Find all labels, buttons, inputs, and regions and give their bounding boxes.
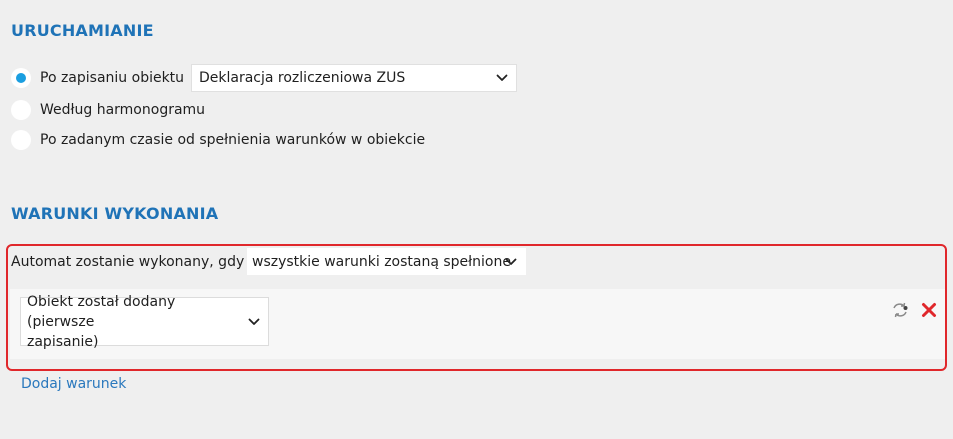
object-type-select-value: Deklaracja rozliczeniowa ZUS bbox=[199, 70, 406, 86]
condition-intro-label: Automat zostanie wykonany, gdy bbox=[11, 254, 245, 270]
section-title-launch: URUCHAMIANIE bbox=[11, 21, 154, 40]
condition-type-select[interactable]: Obiekt został dodany (pierwsze zapisanie… bbox=[20, 294, 269, 350]
chevron-down-icon bbox=[505, 258, 517, 265]
add-condition-link[interactable]: Dodaj warunek bbox=[21, 376, 126, 392]
condition-mode-select-value: wszystkie warunki zostaną spełnione bbox=[252, 253, 511, 270]
radio-button[interactable] bbox=[11, 100, 31, 120]
condition-value-line-1: Obiekt został dodany (pierwsze bbox=[27, 293, 176, 330]
condition-type-select-value: Obiekt został dodany (pierwsze zapisanie… bbox=[27, 292, 242, 352]
automation-settings-page: URUCHAMIANIE Po zapisaniu obiektu Deklar… bbox=[0, 0, 953, 439]
radio-option-delay[interactable]: Po zadanym czasie od spełnienia warunków… bbox=[11, 128, 425, 152]
radio-button[interactable] bbox=[11, 130, 31, 150]
chevron-down-icon bbox=[496, 74, 508, 81]
section-title-conditions: WARUNKI WYKONANIA bbox=[11, 204, 219, 223]
radio-label: Według harmonogramu bbox=[40, 102, 206, 118]
radio-option-schedule[interactable]: Według harmonogramu bbox=[11, 98, 205, 122]
object-type-select[interactable]: Deklaracja rozliczeniowa ZUS bbox=[191, 64, 517, 92]
radio-button-selected[interactable] bbox=[11, 68, 31, 88]
radio-option-after-save[interactable]: Po zapisaniu obiektu bbox=[11, 66, 184, 90]
close-icon[interactable] bbox=[920, 301, 938, 319]
chevron-down-icon bbox=[248, 318, 260, 325]
radio-label: Po zapisaniu obiektu bbox=[40, 70, 185, 86]
condition-value-line-2: zapisanie) bbox=[27, 333, 99, 350]
radio-label: Po zadanym czasie od spełnienia warunków… bbox=[40, 132, 426, 148]
condition-mode-select[interactable]: wszystkie warunki zostaną spełnione bbox=[247, 248, 526, 275]
swap-icon[interactable] bbox=[891, 301, 909, 319]
radio-dot bbox=[16, 73, 26, 83]
